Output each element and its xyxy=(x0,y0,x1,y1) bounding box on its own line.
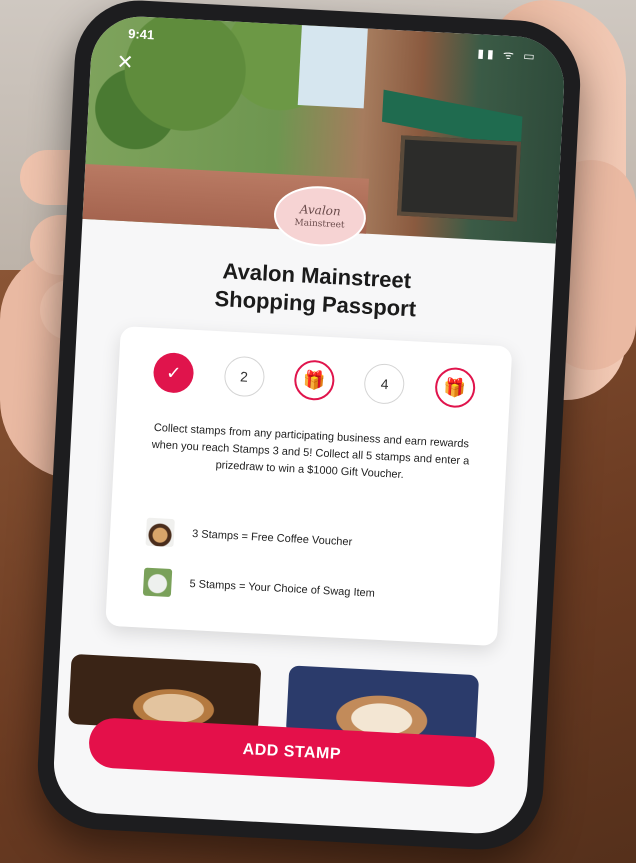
passport-description: Collect stamps from any participating bu… xyxy=(151,421,470,482)
stamp-1-check-icon: ✓ xyxy=(152,351,195,394)
coffee-cup-icon xyxy=(145,517,175,548)
status-icons: ▮▮ ᯤ ▭ xyxy=(477,46,538,64)
badge-line1: Avalon xyxy=(299,202,342,219)
status-time: 9:41 xyxy=(127,26,155,43)
stamp-4: 4 xyxy=(363,362,406,405)
hero-sky xyxy=(297,25,368,109)
stamp-3-gift-icon: 🎁 xyxy=(293,359,336,402)
close-icon[interactable]: ✕ xyxy=(116,49,134,75)
stamp-2: 2 xyxy=(223,355,266,398)
page-title: Avalon Mainstreet Shopping Passport xyxy=(78,250,554,331)
passport-card: ✓ 2 🎁 4 🎁 Collect stamps from any partic… xyxy=(105,326,513,647)
reward-text: 3 Stamps = Free Coffee Voucher xyxy=(191,528,353,549)
stamp-5-gift-icon: 🎁 xyxy=(433,366,476,409)
app-screen: 9:41 ▮▮ ᯤ ▭ ✕ Avalon Mainstreet Avalon M… xyxy=(51,14,567,836)
hero-storefront xyxy=(397,135,522,222)
badge-line2: Mainstreet xyxy=(294,217,345,231)
stamp-progress: ✓ 2 🎁 4 🎁 xyxy=(117,348,511,412)
reward-item: 5 Stamps = Your Choice of Swag Item xyxy=(142,567,376,608)
reward-item: 3 Stamps = Free Coffee Voucher xyxy=(145,517,353,557)
reward-text: 5 Stamps = Your Choice of Swag Item xyxy=(189,577,376,600)
swag-cup-icon xyxy=(142,567,173,598)
phone-frame: 9:41 ▮▮ ᯤ ▭ ✕ Avalon Mainstreet Avalon M… xyxy=(34,0,584,853)
